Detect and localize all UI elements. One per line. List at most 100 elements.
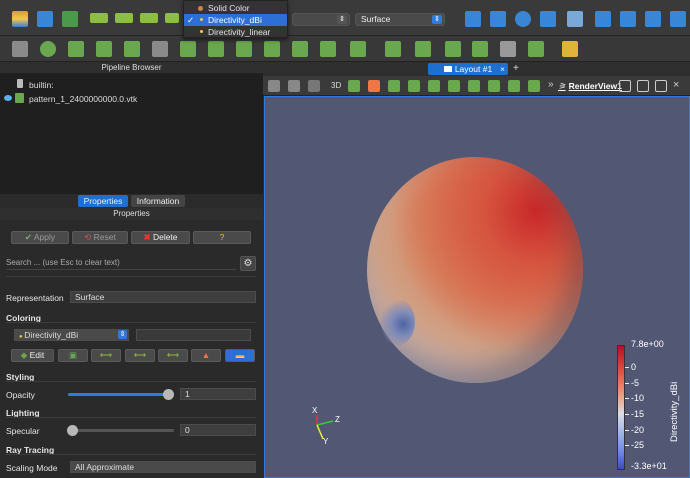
pipeline-item-builtin[interactable]: builtin: — [29, 80, 54, 90]
render-view-label[interactable]: ⚞ RenderView1 — [558, 81, 622, 92]
group-datasets-icon[interactable] — [264, 41, 280, 57]
extract-level-icon[interactable] — [292, 41, 308, 57]
orientation-axes-icon[interactable] — [348, 80, 360, 92]
choose-preset-button[interactable]: ▲ — [191, 349, 221, 362]
integrate-variables-icon[interactable] — [445, 41, 461, 57]
rescale-over-time-icon[interactable] — [165, 13, 179, 23]
reset-button[interactable]: ⟲ Reset — [72, 231, 128, 244]
zoom-box-icon[interactable] — [567, 11, 583, 27]
close-icon[interactable]: × — [500, 63, 505, 75]
split-horizontal-icon[interactable] — [619, 80, 631, 92]
rescale-custom-button[interactable]: ⟷ — [125, 349, 155, 362]
color-legend-icon[interactable] — [12, 11, 28, 27]
edit-colormap-button[interactable]: ◆ Edit — [11, 349, 54, 362]
programmable-filter-icon[interactable] — [528, 41, 544, 57]
rescale-range-button[interactable]: ⟷ — [91, 349, 121, 362]
divider — [6, 417, 256, 418]
interactive-select-icon[interactable] — [488, 80, 500, 92]
coloring-array-dropdown[interactable]: ● Directivity_dBi ⇕ — [14, 329, 129, 341]
select-points-icon[interactable] — [428, 80, 440, 92]
scaling-mode-dropdown[interactable]: All Approximate — [70, 461, 256, 473]
plot-over-line-icon[interactable] — [320, 41, 336, 57]
rescale-temporal-icon[interactable] — [140, 13, 158, 23]
popup-item-directivity-dbi[interactable]: ✓ Directivity_dBi — [184, 14, 287, 26]
opacity-slider-handle[interactable] — [163, 389, 174, 400]
contour-icon[interactable] — [40, 41, 56, 57]
zoom-closest-icon[interactable] — [515, 11, 531, 27]
probe-icon[interactable] — [472, 41, 488, 57]
show-legend-button[interactable]: ▬ — [225, 349, 255, 362]
select-icon[interactable] — [540, 11, 556, 27]
camera-undo-icon[interactable] — [268, 80, 280, 92]
split-vertical-icon[interactable] — [637, 80, 649, 92]
view-plus-y-icon[interactable] — [645, 11, 661, 27]
eye-icon[interactable] — [4, 95, 12, 101]
histogram-icon[interactable] — [385, 41, 401, 57]
view-minus-x-icon[interactable] — [620, 11, 636, 27]
warp-icon[interactable] — [350, 41, 366, 57]
properties-search-input[interactable]: Search ... (use Esc to clear text) — [6, 258, 236, 270]
reset-label: Reset — [93, 232, 116, 242]
projection-toggle[interactable]: 3D — [331, 81, 341, 90]
view-minus-y-icon[interactable] — [670, 11, 686, 27]
opacity-field[interactable]: 1 — [180, 388, 256, 400]
close-view-icon[interactable]: × — [673, 79, 679, 91]
specular-slider-handle[interactable] — [67, 425, 78, 436]
popup-item-directivity-linear[interactable]: Directivity_linear — [184, 26, 287, 38]
help-button[interactable]: ? — [193, 231, 251, 244]
view-plus-x-icon[interactable] — [595, 11, 611, 27]
popup-item-solid-color[interactable]: Solid Color — [184, 2, 287, 14]
stream-tracer-icon[interactable] — [208, 41, 224, 57]
representation-field[interactable]: Surface — [70, 291, 256, 303]
color-bar-tick-label: 0 — [631, 362, 637, 372]
hover-points-icon[interactable] — [528, 80, 540, 92]
center-axes-icon[interactable] — [368, 80, 380, 92]
point-data-icon — [200, 18, 203, 21]
coloring-component-dropdown[interactable] — [136, 329, 251, 341]
select-block-icon[interactable] — [468, 80, 480, 92]
tab-properties[interactable]: Properties — [78, 195, 128, 207]
reset-camera-icon[interactable] — [465, 11, 481, 27]
specular-field[interactable]: 0 — [180, 424, 256, 436]
apply-button[interactable]: ✔ Apply — [11, 231, 69, 244]
ruler-icon[interactable] — [562, 41, 578, 57]
glyph-icon[interactable] — [180, 41, 196, 57]
tab-information[interactable]: Information — [131, 195, 185, 207]
render-view-canvas[interactable]: X Z Y 7.8e+00 0 -5 -10 -15 -20 -25 -3.3e… — [264, 96, 690, 478]
color-bar[interactable] — [617, 345, 625, 470]
maximize-icon[interactable] — [655, 80, 667, 92]
add-layout-button[interactable]: + — [513, 63, 519, 74]
camera-redo-icon[interactable] — [288, 80, 300, 92]
zoom-to-data-icon[interactable] — [490, 11, 506, 27]
pick-center-icon[interactable] — [388, 80, 400, 92]
color-legend-button[interactable]: ▣ — [58, 349, 88, 362]
threshold-icon[interactable] — [124, 41, 140, 57]
rescale-range-icon[interactable] — [62, 11, 78, 27]
specular-slider-track[interactable] — [68, 429, 174, 432]
z-axis-line — [316, 420, 334, 426]
calculator-icon[interactable] — [12, 41, 28, 57]
clip-icon[interactable] — [68, 41, 84, 57]
delete-button[interactable]: ✖ Delete — [131, 231, 190, 244]
layout-tab-bar: Layout #1 × + — [263, 62, 690, 76]
dropdown-arrow-icon[interactable]: » — [548, 79, 554, 90]
rescale-visible-button[interactable]: ⟷ — [158, 349, 188, 362]
screenshot-icon[interactable] — [308, 80, 320, 92]
edit-colormap-icon[interactable] — [37, 11, 53, 27]
pipeline-item-vtk[interactable]: pattern_1_2400000000.0.vtk — [29, 94, 137, 104]
representation-dropdown[interactable]: Surface ⇕ — [355, 13, 445, 26]
slice-icon[interactable] — [96, 41, 112, 57]
filters-toolbar — [0, 36, 690, 62]
gear-icon[interactable]: ⚙ — [240, 256, 256, 271]
cube-icon[interactable] — [500, 41, 516, 57]
tab-layout-1[interactable]: Layout #1 × — [428, 63, 508, 75]
rescale-visible-icon[interactable] — [115, 13, 133, 23]
extract-subset-icon[interactable] — [152, 41, 168, 57]
polygon-select-icon[interactable] — [508, 80, 520, 92]
component-dropdown[interactable]: ⇕ — [292, 13, 350, 26]
warp-vector-icon[interactable] — [236, 41, 252, 57]
select-cells-icon[interactable] — [408, 80, 420, 92]
select-frustum-icon[interactable] — [448, 80, 460, 92]
rescale-custom-icon[interactable] — [90, 13, 108, 23]
python-calculator-icon[interactable] — [415, 41, 431, 57]
